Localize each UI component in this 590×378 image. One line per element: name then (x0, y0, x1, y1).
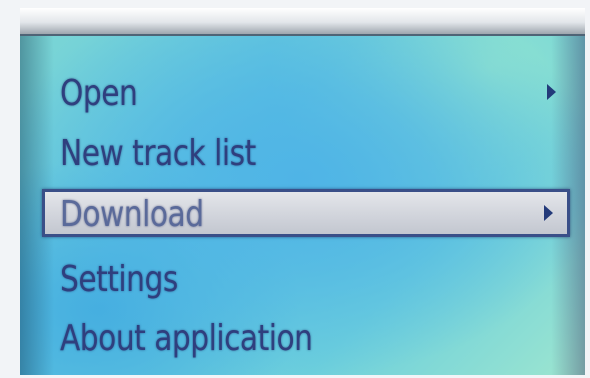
menu-item-new-track-list[interactable]: New track list (42, 128, 570, 176)
menu-item-label: Open (60, 70, 138, 114)
menu-item-label: About application (60, 315, 313, 359)
menu-item-settings[interactable]: Settings (42, 254, 570, 302)
menu-item-open[interactable]: Open (42, 68, 570, 116)
menu-item-about-application[interactable]: About application (42, 313, 570, 361)
menu-item-label: New track list (60, 130, 256, 174)
menu-item-label: Download (60, 191, 204, 235)
phone-screen: Open New track list Download Settings Ab… (20, 8, 585, 375)
status-bar (20, 8, 585, 36)
submenu-arrow-icon (547, 84, 556, 100)
options-menu: Open New track list Download Settings Ab… (20, 34, 585, 375)
menu-item-download[interactable]: Download (42, 189, 570, 237)
submenu-arrow-icon (544, 205, 553, 221)
menu-item-label: Settings (60, 256, 178, 300)
device-photo: Open New track list Download Settings Ab… (0, 0, 590, 378)
